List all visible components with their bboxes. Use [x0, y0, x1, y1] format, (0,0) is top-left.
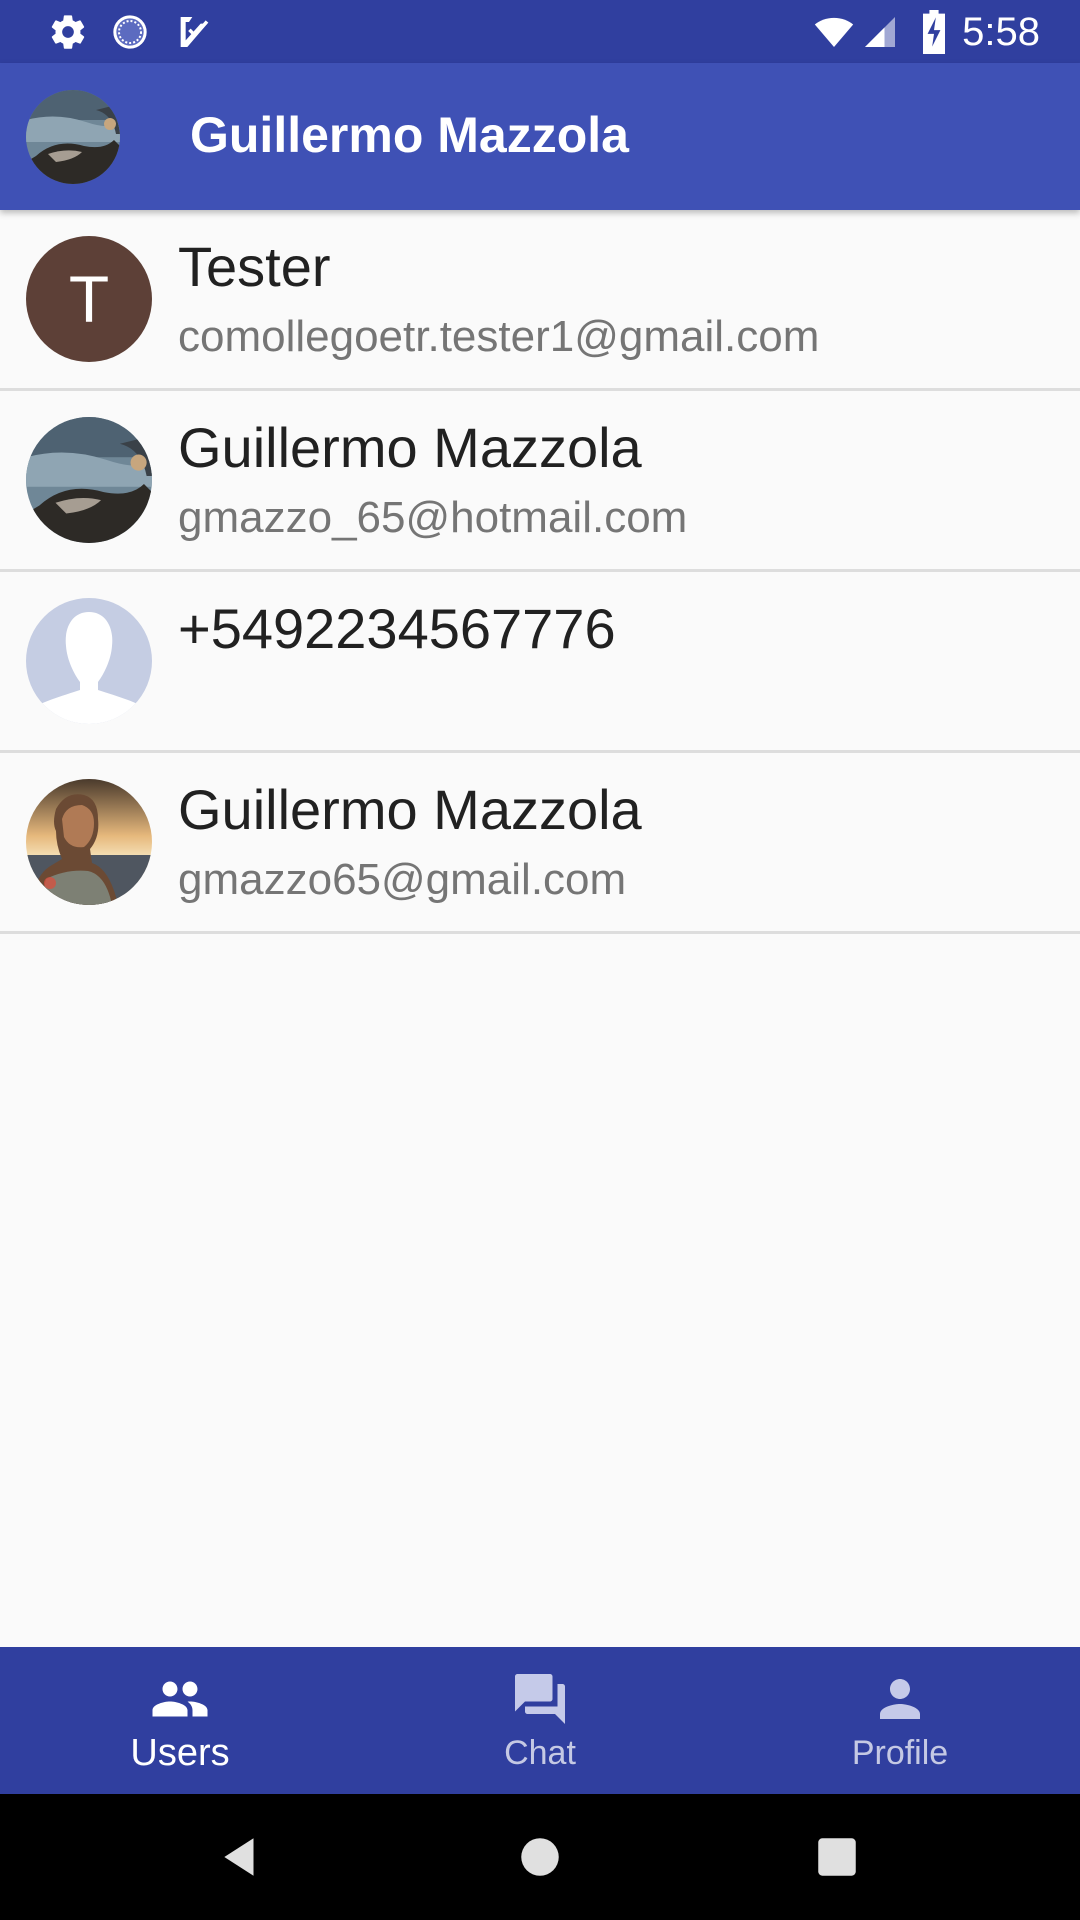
nav-label-users: Users: [130, 1732, 230, 1774]
nav-label-chat: Chat: [504, 1734, 576, 1772]
wifi-icon: [814, 17, 854, 47]
nav-item-profile[interactable]: Profile: [720, 1647, 1080, 1794]
user-list-item[interactable]: Guillermo Mazzola gmazzo65@gmail.com: [0, 753, 1080, 934]
nav-item-users[interactable]: Users: [0, 1647, 360, 1794]
user-name: Tester: [178, 235, 331, 298]
app-bar-title: Guillermo Mazzola: [190, 107, 629, 163]
user-phone: +5492234567776: [178, 597, 616, 660]
back-icon[interactable]: [216, 1832, 266, 1882]
user-list-item[interactable]: +5492234567776: [0, 572, 1080, 753]
signal-icon: [865, 17, 895, 47]
avatar-letter: T: [26, 236, 152, 362]
user-avatar: [26, 779, 152, 905]
nav-item-chat[interactable]: Chat: [360, 1647, 720, 1794]
man-beach-photo-image: [26, 779, 152, 905]
letter-avatar: T: [26, 236, 152, 362]
status-bar: 5:58: [0, 0, 1080, 63]
user-name: Guillermo Mazzola: [178, 416, 642, 479]
current-user-avatar[interactable]: [26, 90, 120, 184]
user-list-item[interactable]: Guillermo Mazzola gmazzo_65@hotmail.com: [0, 391, 1080, 572]
person-icon: [880, 1679, 920, 1719]
sync-icon: [113, 15, 147, 49]
user-email: gmazzo65@gmail.com: [178, 855, 627, 904]
user-name: Guillermo Mazzola: [178, 778, 642, 841]
app-bar: Guillermo Mazzola: [0, 63, 1080, 210]
placeholder-avatar: [26, 598, 152, 724]
nav-label-profile: Profile: [851, 1734, 949, 1772]
user-avatar: [26, 417, 152, 543]
task-check-icon: [180, 17, 209, 47]
status-time: 5:58: [962, 10, 1040, 54]
user-list-item[interactable]: T Tester comollegoetr.tester1@gmail.com: [0, 210, 1080, 391]
user-email: comollegoetr.tester1@gmail.com: [178, 312, 820, 361]
people-icon: [152, 1681, 208, 1717]
settings-icon: [51, 15, 85, 49]
seal-photo-image: [26, 90, 120, 184]
seal-photo-image: [26, 417, 152, 543]
person-silhouette-icon: [26, 598, 152, 724]
bottom-navigation: Users Chat Profile: [0, 1647, 1080, 1794]
users-screen: 5:58 Guillermo Mazzola T Tester comolleg…: [0, 0, 1080, 1920]
user-email: gmazzo_65@hotmail.com: [178, 493, 688, 542]
user-list: T Tester comollegoetr.tester1@gmail.com …: [0, 210, 1080, 934]
system-navigation-bar: [0, 1794, 1080, 1920]
home-icon[interactable]: [515, 1832, 565, 1882]
battery-charging-icon: [923, 10, 945, 54]
recents-icon[interactable]: [812, 1832, 862, 1882]
forum-icon: [515, 1674, 565, 1724]
